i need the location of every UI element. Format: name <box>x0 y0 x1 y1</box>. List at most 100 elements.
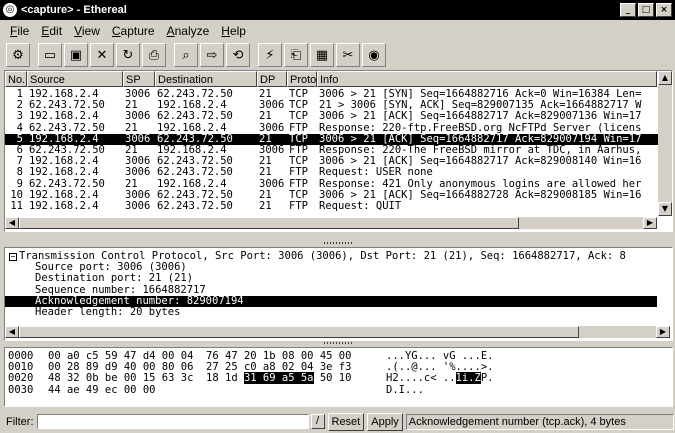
ethereal-logo-icon[interactable]: ◎ <box>3 3 17 17</box>
packet-row[interactable]: 1 192.168.2.4 3006 62.243.72.50 21 TCP 3006 > … <box>5 89 665 100</box>
cell-protocol: FTP <box>289 167 308 179</box>
packet-row[interactable]: 8 192.168.2.4 3006 62.243.72.50 21 FTP Request… <box>5 167 665 178</box>
close-window-icon[interactable]: × <box>656 3 672 17</box>
packet-list-pane[interactable]: No. Source SP Destination DP Protocol In… <box>4 70 673 232</box>
reload-icon[interactable]: ↻ <box>116 43 140 67</box>
filter-dropdown-icon[interactable]: / <box>310 414 325 429</box>
cell-source: 192.168.2.4 <box>29 200 99 212</box>
column-protocol[interactable]: Protocol <box>287 71 317 87</box>
cell-src-port: 3006 <box>125 167 151 179</box>
hex-bytes-text: 44 ae 49 ec 00 00 <box>48 383 156 396</box>
scroll-right-icon[interactable]: ▶ <box>643 217 657 229</box>
menu-help[interactable]: Help <box>215 24 252 38</box>
packet-list-vscrollbar[interactable]: ▲ ▼ <box>658 71 672 216</box>
cell-source: 62.243.72.50 <box>29 144 105 156</box>
detail-fields: Source port: 3006 (3006) Destination port… <box>5 261 657 318</box>
help-icon[interactable]: ◉ <box>362 43 386 67</box>
menu-view[interactable]: View <box>68 24 106 38</box>
cell-no: 4 <box>16 122 23 134</box>
packet-rows: 1 192.168.2.4 3006 62.243.72.50 21 TCP 3006 > … <box>5 89 665 212</box>
cell-source: 62.243.72.50 <box>29 100 105 112</box>
hex-bytes-text: 50 10 <box>313 372 352 385</box>
column-source[interactable]: Source <box>27 71 123 87</box>
cell-destination: 62.243.72.50 <box>157 89 233 100</box>
scroll-thumb[interactable] <box>19 217 519 229</box>
hex-row[interactable]: 0030 44 ae 49 ec 00 00 D.I... <box>8 383 494 396</box>
hex-ascii: D.I... <box>386 384 424 396</box>
cell-info: 3006 > 21 [ACK] Seq=1664882717 Ack=82900… <box>319 156 642 168</box>
column-info[interactable]: Info <box>317 71 657 87</box>
pane-splitter-bottom[interactable] <box>0 340 675 346</box>
menu-edit[interactable]: Edit <box>35 24 68 38</box>
packet-row[interactable]: 2 62.243.72.50 21 192.168.2.4 3006 TCP 21 > 30… <box>5 100 665 111</box>
reset-button[interactable]: Reset <box>327 412 365 431</box>
packet-details-pane[interactable]: − Transmission Control Protocol, Src Port… <box>4 247 673 341</box>
scroll-left-icon[interactable]: ◀ <box>5 217 19 229</box>
ascii-text: D.I... <box>386 383 424 396</box>
filter-input[interactable] <box>36 414 309 429</box>
menu-capture[interactable]: Capture <box>106 24 161 38</box>
apply-button[interactable]: Apply <box>367 412 403 431</box>
cell-dst-port: 21 <box>259 133 272 145</box>
packet-row[interactable]: 10 192.168.2.4 3006 62.243.72.50 21 TCP 3006 >… <box>5 190 665 201</box>
save-icon[interactable]: ▣ <box>64 43 88 67</box>
cell-src-port: 3006 <box>125 200 151 212</box>
cell-info: 3006 > 21 [ACK] Seq=1664882717 Ack=82900… <box>319 111 642 123</box>
coloring-rules-icon[interactable]: ▦ <box>310 43 334 67</box>
cell-source: 192.168.2.4 <box>29 156 99 168</box>
cell-source: 62.243.72.50 <box>29 178 105 190</box>
open-folder-icon[interactable]: ▭ <box>38 43 62 67</box>
cell-protocol: TCP <box>289 189 308 201</box>
cell-src-port: 21 <box>125 178 138 190</box>
cell-protocol: FTP <box>289 122 308 134</box>
pane-splitter-top[interactable] <box>0 240 675 246</box>
find-icon[interactable]: ⌕ <box>174 43 198 67</box>
column-no[interactable]: No. <box>5 71 27 87</box>
ascii-text: ...YG... vG ...E. <box>386 350 494 362</box>
display-filter-icon[interactable]: ⎗ <box>284 43 308 67</box>
capture-filter-icon[interactable]: ⚡ <box>258 43 282 67</box>
status-message: Acknowledgement number (tcp.ack), 4 byte… <box>405 413 674 430</box>
title-bar[interactable]: ◎ <capture> - Ethereal _ □ × <box>0 0 675 20</box>
details-hscrollbar[interactable]: ◀ ▶ <box>5 326 670 338</box>
menu-file[interactable]: File <box>0 24 35 38</box>
cell-no: 11 <box>10 200 23 212</box>
scroll-up-icon[interactable]: ▲ <box>658 71 672 85</box>
maximize-icon[interactable]: □ <box>638 3 654 17</box>
close-icon[interactable]: ✕ <box>90 43 114 67</box>
packet-row[interactable]: 7 192.168.2.4 3006 62.243.72.50 21 TCP 3006 > … <box>5 156 665 167</box>
scroll-thumb[interactable] <box>19 326 579 338</box>
scroll-track[interactable] <box>658 85 672 202</box>
column-dst-port[interactable]: DP <box>257 71 287 87</box>
capture-start-icon[interactable]: ⚙ <box>6 43 30 67</box>
packet-list-hscrollbar[interactable]: ◀ ▶ <box>5 217 657 229</box>
column-src-port[interactable]: SP <box>123 71 155 87</box>
cell-no: 9 <box>16 178 23 190</box>
packet-row[interactable]: 4 62.243.72.50 21 192.168.2.4 3006 FTP Respons… <box>5 123 665 134</box>
ethereal-window: ◎ <capture> - Ethereal _ □ × File Edit V… <box>0 0 675 433</box>
cell-src-port: 21 <box>125 100 138 112</box>
minimize-icon[interactable]: _ <box>620 3 636 17</box>
detail-field[interactable]: Header length: 20 bytes <box>5 306 657 318</box>
packet-row[interactable]: 11 192.168.2.4 3006 62.243.72.50 21 FTP Reques… <box>5 201 665 212</box>
toolbar: ⚙ ▭ ▣ ✕ ↻ ⎙ ⌕ ⇨ ⟲ ⚡ ⎗ ▦ ✂ ◉ <box>0 41 675 69</box>
hex-ascii: ...YG... vG ...E. <box>386 350 493 362</box>
packet-row[interactable]: 6 62.243.72.50 21 192.168.2.4 3006 FTP Respons… <box>5 145 665 156</box>
column-destination[interactable]: Destination <box>155 71 257 87</box>
scroll-right-icon[interactable]: ▶ <box>656 326 670 338</box>
packet-row[interactable]: 5 192.168.2.4 3006 62.243.72.50 21 TCP 3006 > … <box>5 133 665 145</box>
collapse-icon[interactable]: − <box>9 253 17 261</box>
scroll-down-icon[interactable]: ▼ <box>658 202 672 216</box>
go-forward-icon[interactable]: ⇨ <box>200 43 224 67</box>
go-to-packet-icon[interactable]: ⟲ <box>226 43 250 67</box>
hex-dump-pane[interactable]: 0000 00 a0 c5 59 47 d4 00 04 76 47 20 1b … <box>4 347 673 407</box>
preferences-icon[interactable]: ✂ <box>336 43 360 67</box>
packet-row[interactable]: 3 192.168.2.4 3006 62.243.72.50 21 TCP 3006 > … <box>5 111 665 122</box>
cell-destination: 62.243.72.50 <box>157 189 233 201</box>
menu-analyze[interactable]: Analyze <box>161 24 216 38</box>
scroll-left-icon[interactable]: ◀ <box>5 326 19 338</box>
packet-row[interactable]: 9 62.243.72.50 21 192.168.2.4 3006 FTP Respons… <box>5 179 665 190</box>
cell-dst-port: 3006 <box>259 178 285 190</box>
print-icon[interactable]: ⎙ <box>142 43 166 67</box>
detail-field[interactable]: Destination port: 21 (21) <box>5 273 657 284</box>
